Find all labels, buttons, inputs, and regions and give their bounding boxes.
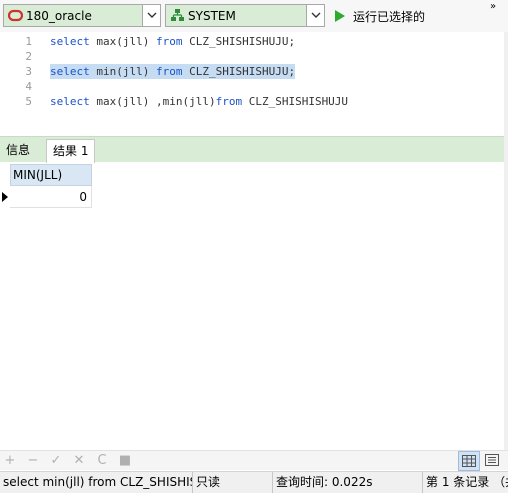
discard-changes-icon[interactable]: ✕	[71, 453, 87, 469]
toolbar-overflow-button[interactable]: »	[488, 0, 502, 30]
column-header[interactable]: MIN(JLL)	[10, 164, 92, 186]
result-tab-bar: 信息 结果 1	[0, 136, 504, 163]
current-row-indicator	[0, 186, 10, 208]
chevron-down-icon[interactable]	[306, 5, 324, 26]
line-number: 3	[25, 65, 32, 78]
schema-select[interactable]: SYSTEM	[165, 4, 325, 27]
sql-keyword: select	[50, 65, 90, 78]
schema-label: SYSTEM	[188, 9, 236, 23]
record-action-bar: + − ✓ ✕ C ■	[0, 450, 508, 471]
sql-text: min(jll)	[89, 65, 156, 78]
status-record-count: 第 1 条记录 （共 1 条）	[426, 475, 508, 489]
sql-text: max(jll)	[89, 35, 156, 48]
tab-info[interactable]: 信息	[0, 139, 36, 163]
grid-view-button[interactable]	[458, 451, 480, 471]
row-pointer-icon	[2, 192, 8, 202]
selected-code-line[interactable]: select min(jll) from CLZ_SHISHISHUJU;	[50, 64, 296, 79]
grid-view-icon	[462, 455, 476, 467]
code-line[interactable]: select max(jll) ,min(jll)from CLZ_SHISHI…	[50, 94, 348, 109]
vertical-scrollbar[interactable]	[504, 32, 508, 450]
run-selected-label: 运行已选择的	[353, 10, 426, 24]
sql-text: max(jll) ,min(jll)	[89, 95, 216, 108]
refresh-icon[interactable]: C	[94, 453, 110, 469]
schema-icon	[170, 8, 185, 23]
status-query-time: 查询时间: 0.022s	[273, 472, 423, 493]
status-mode: 只读	[193, 472, 273, 493]
toolbar: 180_oracle SYSTEM 运行已选择的 »	[0, 0, 508, 32]
line-number: 1	[25, 35, 32, 48]
delete-record-icon[interactable]: −	[25, 453, 41, 469]
sql-keyword: select	[50, 95, 90, 108]
line-number-gutter: 1 2 3 4 5	[0, 32, 38, 132]
tab-result-1[interactable]: 结果 1	[46, 139, 96, 163]
status-bar: select min(jll) from CLZ_SHISHISHUJU; 只读…	[0, 471, 508, 493]
play-icon	[335, 10, 345, 22]
sql-keyword: select	[50, 35, 90, 48]
oracle-db-icon	[7, 8, 24, 23]
sql-keyword: from	[155, 35, 183, 48]
line-number: 5	[25, 95, 32, 108]
connection-label: 180_oracle	[26, 9, 92, 23]
code-line[interactable]: select max(jll) from CLZ_SHISHISHUJU;	[50, 34, 295, 49]
form-view-icon	[485, 454, 499, 466]
sql-keyword: from	[155, 65, 183, 78]
sql-keyword: from	[215, 95, 243, 108]
add-record-icon[interactable]: +	[2, 453, 18, 469]
apply-changes-icon[interactable]: ✓	[48, 453, 64, 469]
stop-icon[interactable]: ■	[117, 453, 133, 469]
connection-select[interactable]: 180_oracle	[3, 4, 161, 27]
table-cell[interactable]: 0	[10, 186, 92, 208]
line-number: 2	[25, 50, 32, 63]
sql-text: CLZ_SHISHISHUJU;	[182, 35, 296, 48]
form-view-button[interactable]	[482, 451, 504, 471]
line-number: 4	[25, 80, 32, 93]
chevron-down-icon[interactable]	[142, 5, 160, 26]
sql-editor[interactable]: 1 2 3 4 5 select max(jll) from CLZ_SHISHISHU…	[0, 32, 508, 132]
chevron-double-right-icon: »	[490, 1, 497, 12]
sql-text: CLZ_SHISHISHUJU;	[182, 65, 296, 78]
sql-text: CLZ_SHISHISHUJU	[242, 95, 349, 108]
status-sql: select min(jll) from CLZ_SHISHISHUJU;	[0, 472, 193, 493]
